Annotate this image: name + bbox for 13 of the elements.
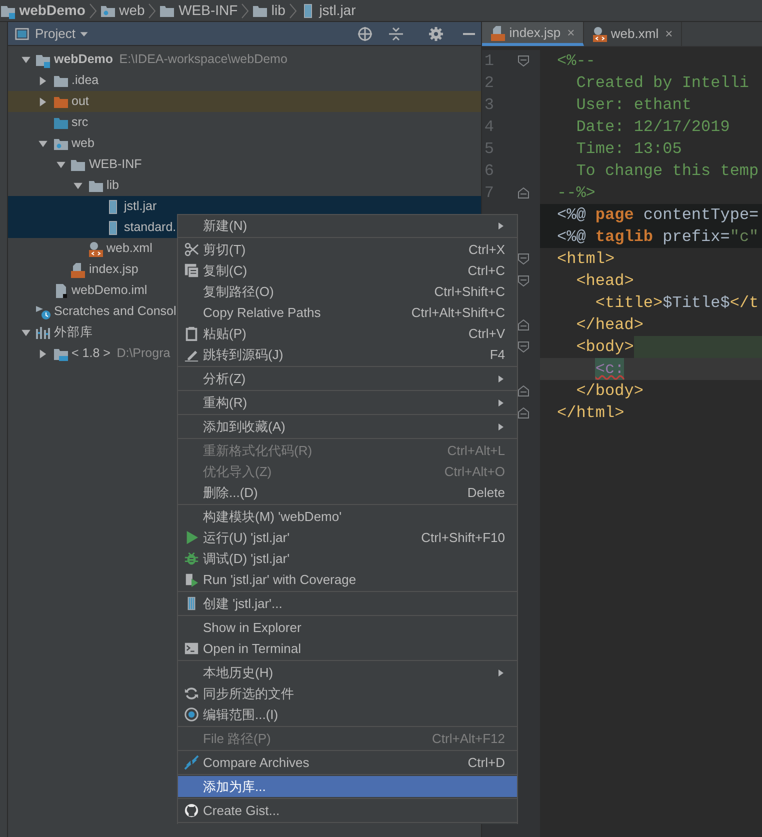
code-line: <title>$Title$</t [594,293,760,314]
code-line: Time: 13:05 [575,139,683,160]
code-line: User: ethant [575,95,692,116]
code-line: </head> [575,315,644,336]
code-line: Created by Intelli [575,73,750,94]
code-line: --%> [556,183,596,204]
code-line: <%-- [556,51,596,72]
code-line: </body> [575,381,644,402]
code-line: <html> [556,249,616,270]
code-line: <head> [575,271,635,292]
code-line: </html> [556,403,626,424]
code-line: To change this temp [575,161,760,182]
code-line: Date: 12/17/2019 [575,117,731,138]
